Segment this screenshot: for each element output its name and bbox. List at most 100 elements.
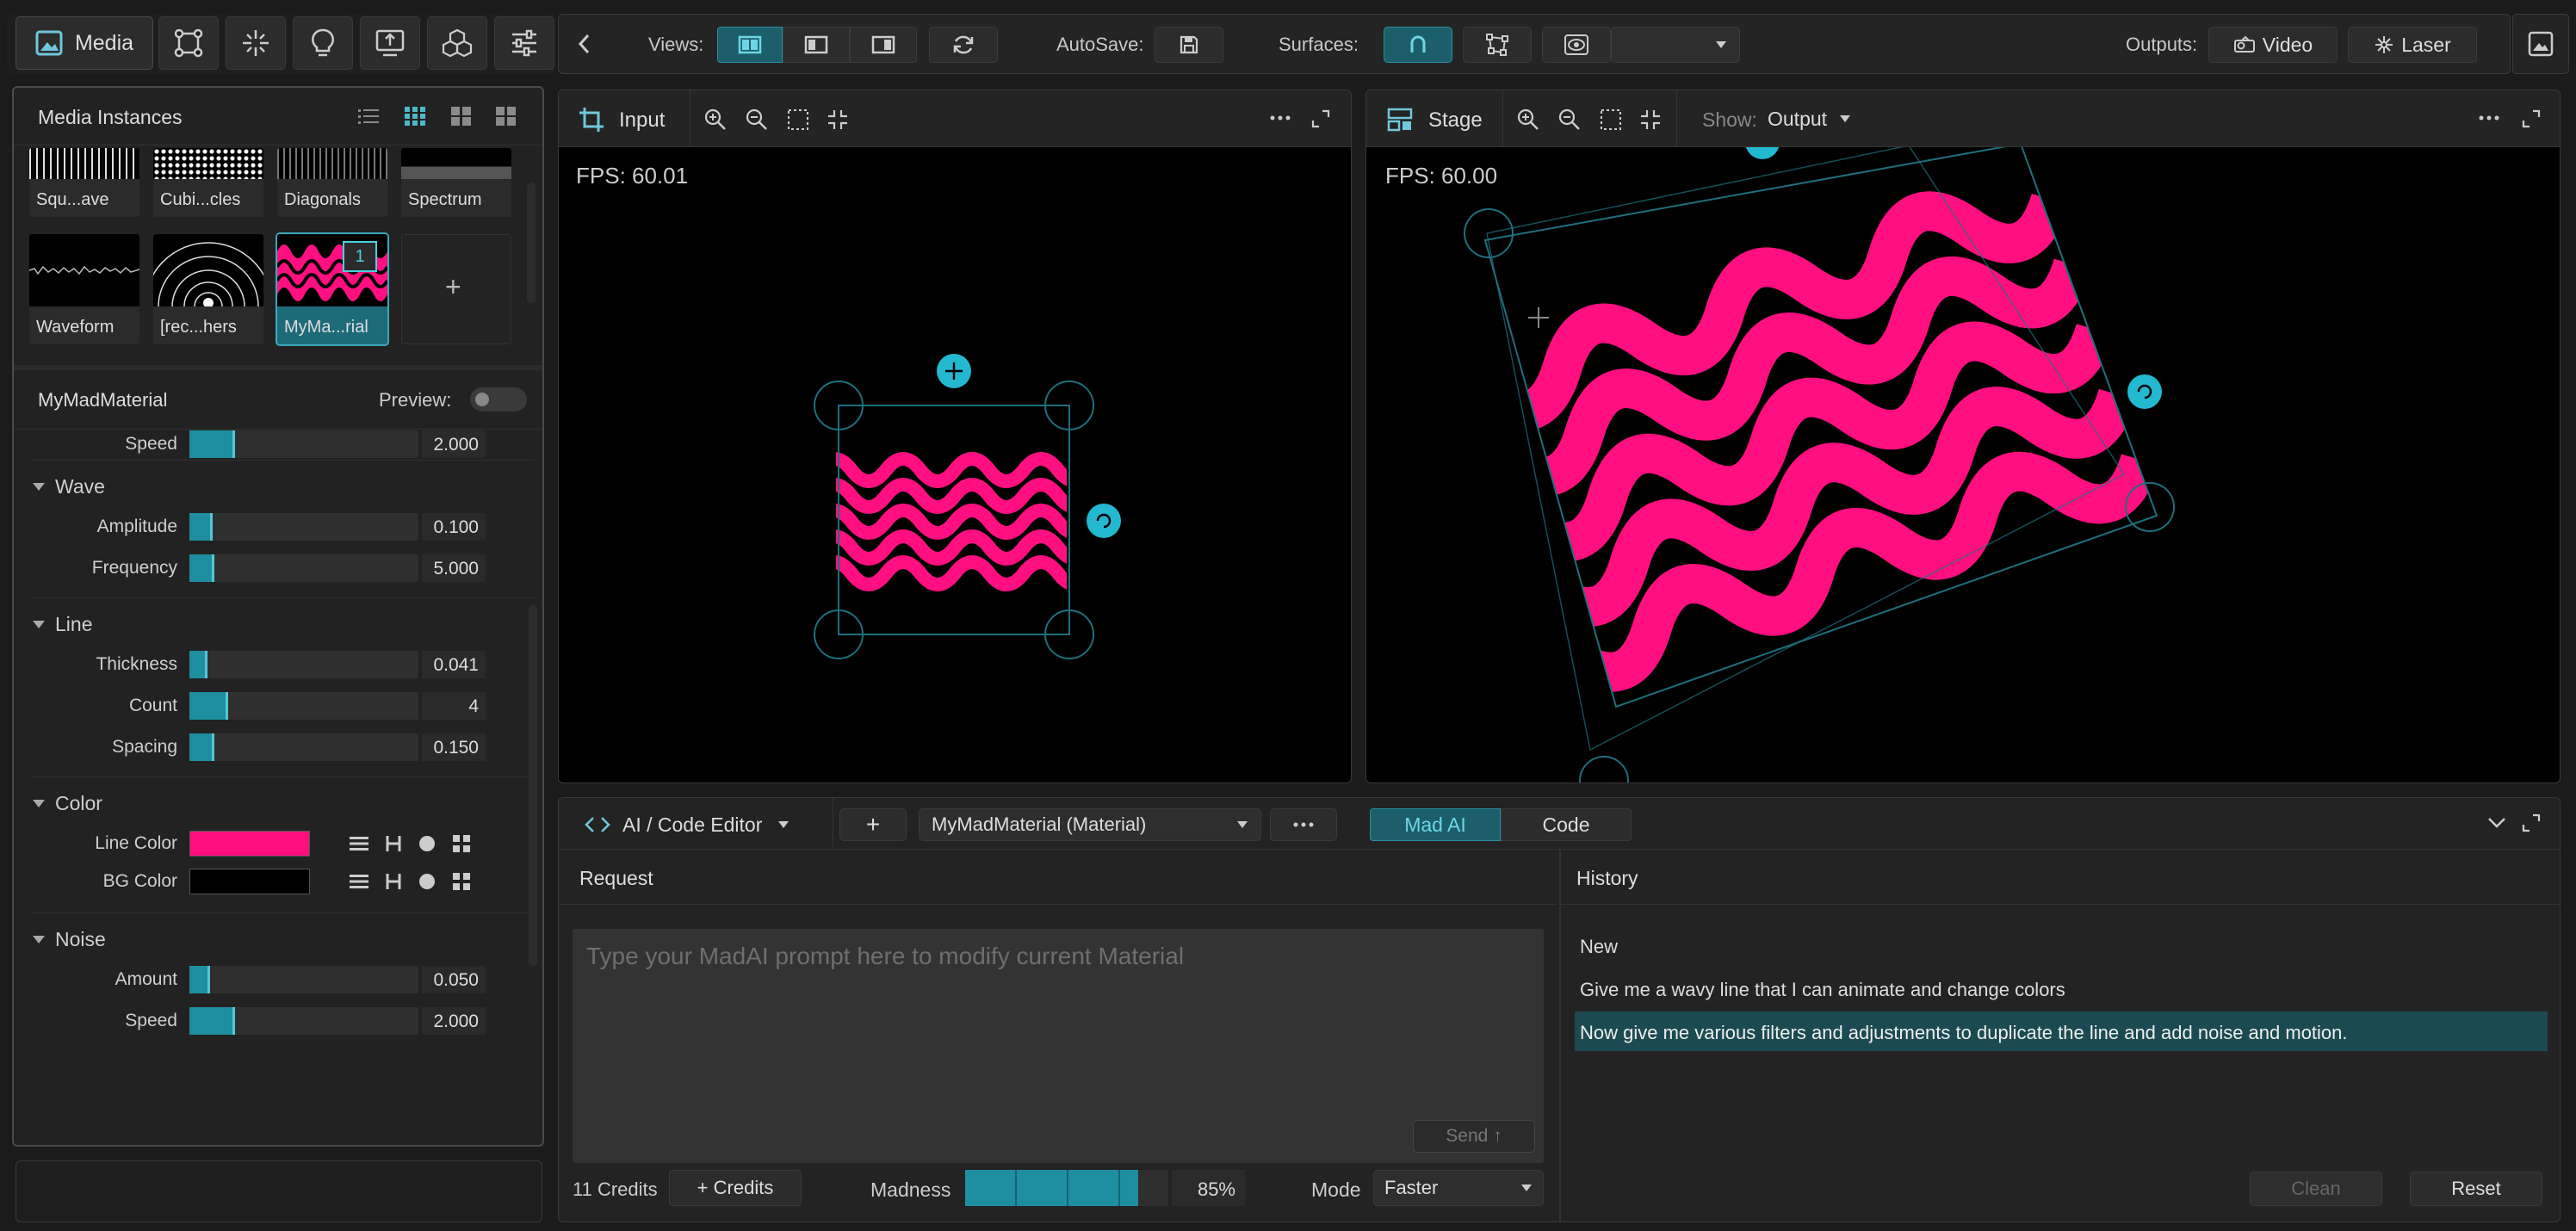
color-grid-icon[interactable] xyxy=(453,873,470,890)
color-swatch[interactable] xyxy=(189,869,310,894)
param-slider-fill xyxy=(189,651,208,678)
stage-move-handle-icon[interactable] xyxy=(1745,147,1780,159)
surface-tool-button[interactable] xyxy=(158,16,219,70)
zoom-in-icon[interactable] xyxy=(703,108,728,132)
parameter-list: Speed 2.000 Wave Amplitude 0.100 Frequency 5.0… xyxy=(14,88,536,1145)
param-slider[interactable] xyxy=(189,692,418,720)
section-title: Color xyxy=(55,792,102,814)
collapse-triangle-icon xyxy=(33,483,45,491)
tab-code[interactable]: Code xyxy=(1501,808,1632,841)
3d-objects-button[interactable] xyxy=(427,16,487,70)
param-value[interactable]: 0.150 xyxy=(422,733,486,761)
fit-all-icon[interactable] xyxy=(1638,108,1663,132)
fit-all-icon[interactable] xyxy=(826,108,850,132)
param-slider-fill xyxy=(189,430,236,458)
view-stage-button[interactable] xyxy=(850,27,917,63)
media-scrollbar[interactable] xyxy=(527,182,536,303)
color-swatch[interactable] xyxy=(189,831,310,857)
param-slider[interactable] xyxy=(189,554,418,582)
stage-corner-handle-bottom-left[interactable] xyxy=(1579,756,1629,783)
param-label: Amount xyxy=(115,969,177,989)
fit-selection-icon[interactable] xyxy=(786,108,810,132)
laser-label: Laser xyxy=(2401,33,2451,56)
history-item-selected[interactable]: Now give me various filters and adjustme… xyxy=(1575,1011,2548,1051)
back-chevron-icon[interactable] xyxy=(576,32,593,56)
view-input-button[interactable] xyxy=(783,27,850,63)
prompt-textarea[interactable]: Type your MadAI prompt here to modify cu… xyxy=(573,929,1544,1163)
rotate-handle-icon[interactable] xyxy=(1087,504,1121,538)
param-value[interactable]: 2.000 xyxy=(422,1007,486,1035)
madness-value-box: 85% xyxy=(1172,1170,1246,1206)
expand-icon[interactable] xyxy=(2522,109,2541,128)
section-header[interactable]: Line xyxy=(33,613,92,636)
param-slider-fill xyxy=(189,733,215,761)
surface-transform-button[interactable] xyxy=(1463,27,1532,63)
color-wheel-icon[interactable] xyxy=(418,835,436,852)
color-hsv-icon[interactable] xyxy=(386,873,401,890)
collapse-chevron-icon[interactable] xyxy=(2487,817,2506,829)
editor-mode-dropdown[interactable]: AI / Code Editor xyxy=(585,812,790,838)
param-slider[interactable] xyxy=(189,651,418,678)
param-slider[interactable] xyxy=(189,966,418,993)
param-slider[interactable] xyxy=(189,513,418,541)
more-options-icon[interactable] xyxy=(2479,114,2499,121)
surface-dropdown[interactable] xyxy=(1611,27,1740,63)
autosave-button[interactable] xyxy=(1155,27,1223,63)
param-slider[interactable] xyxy=(189,1007,418,1035)
param-slider[interactable] xyxy=(189,430,418,458)
ideas-button[interactable] xyxy=(293,16,353,70)
param-value[interactable]: 0.041 xyxy=(422,651,486,678)
zoom-out-icon[interactable] xyxy=(745,108,769,132)
laser-output-button[interactable]: Laser xyxy=(2348,27,2477,63)
video-output-button[interactable]: Video xyxy=(2208,27,2338,63)
param-value[interactable]: 2.000 xyxy=(422,430,486,458)
section-header[interactable]: Noise xyxy=(33,928,106,951)
clean-button[interactable]: Clean xyxy=(2250,1172,2382,1206)
madness-slider[interactable] xyxy=(965,1170,1168,1206)
reset-button[interactable]: Reset xyxy=(2410,1172,2542,1206)
settings-button[interactable] xyxy=(494,16,554,70)
expand-icon[interactable] xyxy=(1311,109,1330,128)
history-item[interactable]: New xyxy=(1580,936,1618,958)
color-grid-icon[interactable] xyxy=(453,835,470,852)
add-material-button[interactable]: + xyxy=(839,808,907,841)
param-value[interactable]: 0.050 xyxy=(422,966,486,993)
swap-views-button[interactable] xyxy=(929,27,998,63)
color-list-icon[interactable] xyxy=(350,874,368,889)
fit-selection-icon[interactable] xyxy=(1599,108,1623,132)
tab-mad-ai[interactable]: Mad AI xyxy=(1370,808,1501,841)
left-toolbar: Media xyxy=(7,14,556,74)
param-value[interactable]: 0.100 xyxy=(422,513,486,541)
add-credits-button[interactable]: + Credits xyxy=(669,1170,802,1206)
media-button[interactable]: Media xyxy=(15,16,153,70)
send-button[interactable]: Send ↑ xyxy=(1413,1120,1535,1153)
section-header[interactable]: Color xyxy=(33,792,102,815)
expand-icon[interactable] xyxy=(2522,813,2541,832)
crop-icon xyxy=(578,106,605,133)
mode-dropdown[interactable]: Faster xyxy=(1373,1170,1544,1206)
section-header[interactable]: Wave xyxy=(33,475,105,498)
view-both-button[interactable] xyxy=(717,27,783,63)
color-wheel-icon[interactable] xyxy=(418,873,436,890)
surface-mode-button[interactable] xyxy=(1384,27,1452,63)
parameter-scrollbar[interactable] xyxy=(529,604,537,966)
material-options-button[interactable] xyxy=(1270,808,1337,841)
output-image-icon xyxy=(2528,31,2554,57)
color-list-icon[interactable] xyxy=(350,836,368,851)
color-hsv-icon[interactable] xyxy=(386,835,401,852)
show-output-dropdown[interactable]: Output xyxy=(1768,106,1851,132)
surface-visibility-button[interactable] xyxy=(1542,27,1611,63)
effects-button[interactable] xyxy=(226,16,286,70)
stage-rotate-handle-icon[interactable] xyxy=(2127,374,2162,409)
history-item[interactable]: Give me a wavy line that I can animate a… xyxy=(1580,979,2065,1001)
output-window-button[interactable] xyxy=(2512,14,2569,74)
param-value[interactable]: 4 xyxy=(422,692,486,720)
export-button[interactable] xyxy=(360,16,420,70)
move-handle-icon[interactable] xyxy=(937,354,971,388)
more-options-icon[interactable] xyxy=(1270,114,1291,121)
zoom-out-icon[interactable] xyxy=(1557,108,1582,132)
zoom-in-icon[interactable] xyxy=(1516,108,1540,132)
material-select[interactable]: MyMadMaterial (Material) xyxy=(919,808,1261,841)
param-slider[interactable] xyxy=(189,733,418,761)
param-value[interactable]: 5.000 xyxy=(422,554,486,582)
